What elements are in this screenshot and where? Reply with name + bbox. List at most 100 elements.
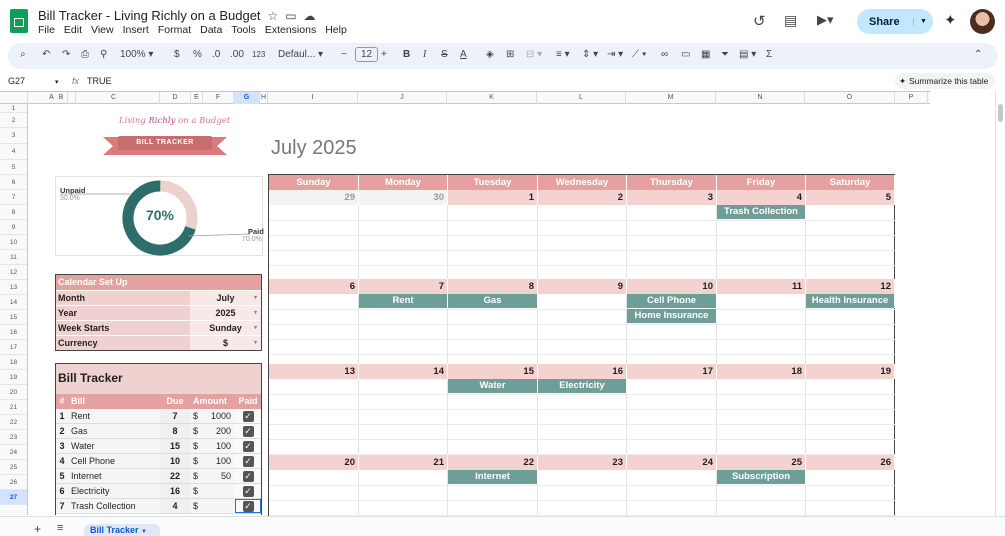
bill-amount-cell[interactable]: $100 [190, 454, 235, 468]
menu-extensions[interactable]: Extensions [265, 24, 316, 36]
date-cell[interactable]: 3 [627, 190, 717, 205]
setup-select-currency[interactable]: $ [190, 336, 261, 350]
menu-tools[interactable]: Tools [231, 24, 256, 36]
bill-event[interactable]: Home Insurance [627, 309, 717, 323]
name-box-dropdown-icon[interactable]: ▾ [55, 79, 59, 86]
sheet-tab-dropdown-icon[interactable]: ▼ [141, 529, 147, 535]
row-header-11[interactable]: 11 [0, 250, 27, 265]
date-cell[interactable]: 12 [806, 279, 895, 294]
horizontal-align-icon[interactable]: ≡ ▾ [556, 49, 570, 60]
column-header-g[interactable]: G [234, 92, 260, 104]
bill-paid-cell[interactable]: ✓ [235, 409, 261, 423]
row-header-5[interactable]: 5 [0, 160, 27, 175]
date-cell[interactable]: 24 [627, 455, 717, 470]
bill-name-cell[interactable]: Water [68, 439, 160, 453]
bill-due-cell[interactable]: 15 [160, 439, 190, 453]
more-formats-button[interactable]: 123 [252, 50, 265, 59]
date-cell[interactable]: 1 [448, 190, 538, 205]
bill-amount-cell[interactable]: $100 [190, 439, 235, 453]
date-cell[interactable]: 14 [359, 364, 448, 379]
vertical-align-icon[interactable]: ⇕ ▾ [582, 49, 598, 60]
strikethrough-icon[interactable]: S [441, 49, 448, 60]
star-icon[interactable]: ☆ [264, 9, 279, 23]
bill-event[interactable]: Electricity [538, 379, 627, 393]
column-header-h[interactable]: H [260, 92, 268, 104]
date-cell[interactable]: 23 [538, 455, 627, 470]
increase-font-size-icon[interactable]: + [381, 49, 387, 60]
formula-input[interactable]: TRUE [87, 76, 112, 86]
paid-checkbox[interactable]: ✓ [242, 441, 254, 452]
column-header-j[interactable]: J [358, 92, 447, 104]
sheet-tab-bill-tracker[interactable]: Bill Tracker ▼ [84, 524, 160, 536]
column-header-c[interactable]: C [68, 92, 160, 104]
paid-checkbox[interactable]: ✓ [242, 411, 254, 422]
font-size-input[interactable]: 12 [355, 47, 379, 62]
row-header-18[interactable]: 18 [0, 355, 27, 370]
date-cell[interactable]: 2 [538, 190, 627, 205]
menu-format[interactable]: Format [158, 24, 191, 36]
insert-link-icon[interactable]: ∞ [661, 49, 668, 60]
row-header-3[interactable]: 3 [0, 128, 27, 144]
bill-amount-cell[interactable]: $ [190, 499, 235, 513]
bill-paid-cell[interactable]: ✓ [235, 454, 261, 468]
date-cell[interactable]: 16 [538, 364, 627, 379]
bill-paid-cell[interactable]: ✓ [235, 424, 261, 438]
increase-decimal-button[interactable]: .00 [230, 49, 244, 60]
column-header-o[interactable]: O [805, 92, 895, 104]
date-cell[interactable]: 9 [538, 279, 627, 294]
row-header-22[interactable]: 22 [0, 415, 27, 430]
bill-name-cell[interactable]: Rent [68, 409, 160, 423]
menu-data[interactable]: Data [200, 24, 222, 36]
date-cell[interactable]: 20 [269, 455, 359, 470]
date-cell[interactable]: 10 [627, 279, 717, 294]
bill-paid-cell[interactable]: ✓ [235, 439, 261, 453]
row-header-23[interactable]: 23 [0, 430, 27, 445]
decrease-font-size-icon[interactable]: − [341, 49, 347, 60]
setup-select-month[interactable]: July [190, 291, 261, 305]
menu-file[interactable]: File [38, 24, 55, 36]
insert-comment-icon[interactable]: ▭ [681, 49, 690, 60]
row-header-1[interactable]: 1 [0, 104, 27, 113]
row-header-14[interactable]: 14 [0, 295, 27, 310]
column-header-i[interactable]: I [268, 92, 358, 104]
bill-event[interactable]: Gas [448, 294, 538, 308]
row-header-9[interactable]: 9 [0, 220, 27, 235]
filter-views-icon[interactable]: ▤ ▾ [739, 49, 756, 60]
select-all-corner[interactable] [0, 92, 28, 104]
date-cell[interactable]: 17 [627, 364, 717, 379]
column-header-b[interactable]: B [55, 92, 68, 104]
share-label[interactable]: Share [857, 16, 913, 28]
bill-event[interactable]: Internet [448, 470, 538, 484]
text-rotation-icon[interactable]: ⟋ ▾ [632, 49, 647, 60]
row-header-10[interactable]: 10 [0, 235, 27, 250]
fill-color-icon[interactable]: ◈ [486, 49, 494, 60]
row-header-12[interactable]: 12 [0, 265, 27, 280]
column-header-d[interactable]: D [160, 92, 191, 104]
date-cell[interactable]: 4 [717, 190, 806, 205]
vertical-scrollbar[interactable] [995, 91, 1005, 516]
column-header-k[interactable]: K [447, 92, 537, 104]
print-icon[interactable]: ⎙ [81, 49, 89, 60]
date-cell[interactable]: 21 [359, 455, 448, 470]
paid-checkbox[interactable]: ✓ [242, 486, 254, 497]
meet-icon[interactable]: ▶▾ [817, 12, 834, 28]
paint-format-icon[interactable]: ⚲ [100, 49, 107, 60]
row-header-19[interactable]: 19 [0, 370, 27, 385]
row-header-8[interactable]: 8 [0, 205, 27, 220]
bill-due-cell[interactable]: 8 [160, 424, 190, 438]
date-cell[interactable]: 29 [269, 190, 359, 205]
row-header-26[interactable]: 26 [0, 475, 27, 490]
paid-checkbox[interactable]: ✓ [242, 501, 254, 512]
date-cell[interactable]: 8 [448, 279, 538, 294]
column-header-e[interactable]: E [191, 92, 203, 104]
bill-due-cell[interactable]: 16 [160, 484, 190, 498]
text-color-icon[interactable]: A [460, 49, 467, 60]
bill-due-cell[interactable]: 10 [160, 454, 190, 468]
row-header-24[interactable]: 24 [0, 445, 27, 460]
row-header-20[interactable]: 20 [0, 385, 27, 400]
share-dropdown-icon[interactable]: ▼ [913, 18, 933, 25]
document-title[interactable]: Bill Tracker - Living Richly on a Budget… [38, 8, 316, 23]
date-cell[interactable]: 5 [806, 190, 895, 205]
bill-event[interactable]: Rent [359, 294, 448, 308]
merge-cells-icon[interactable]: ⊟ ▾ [526, 49, 542, 60]
